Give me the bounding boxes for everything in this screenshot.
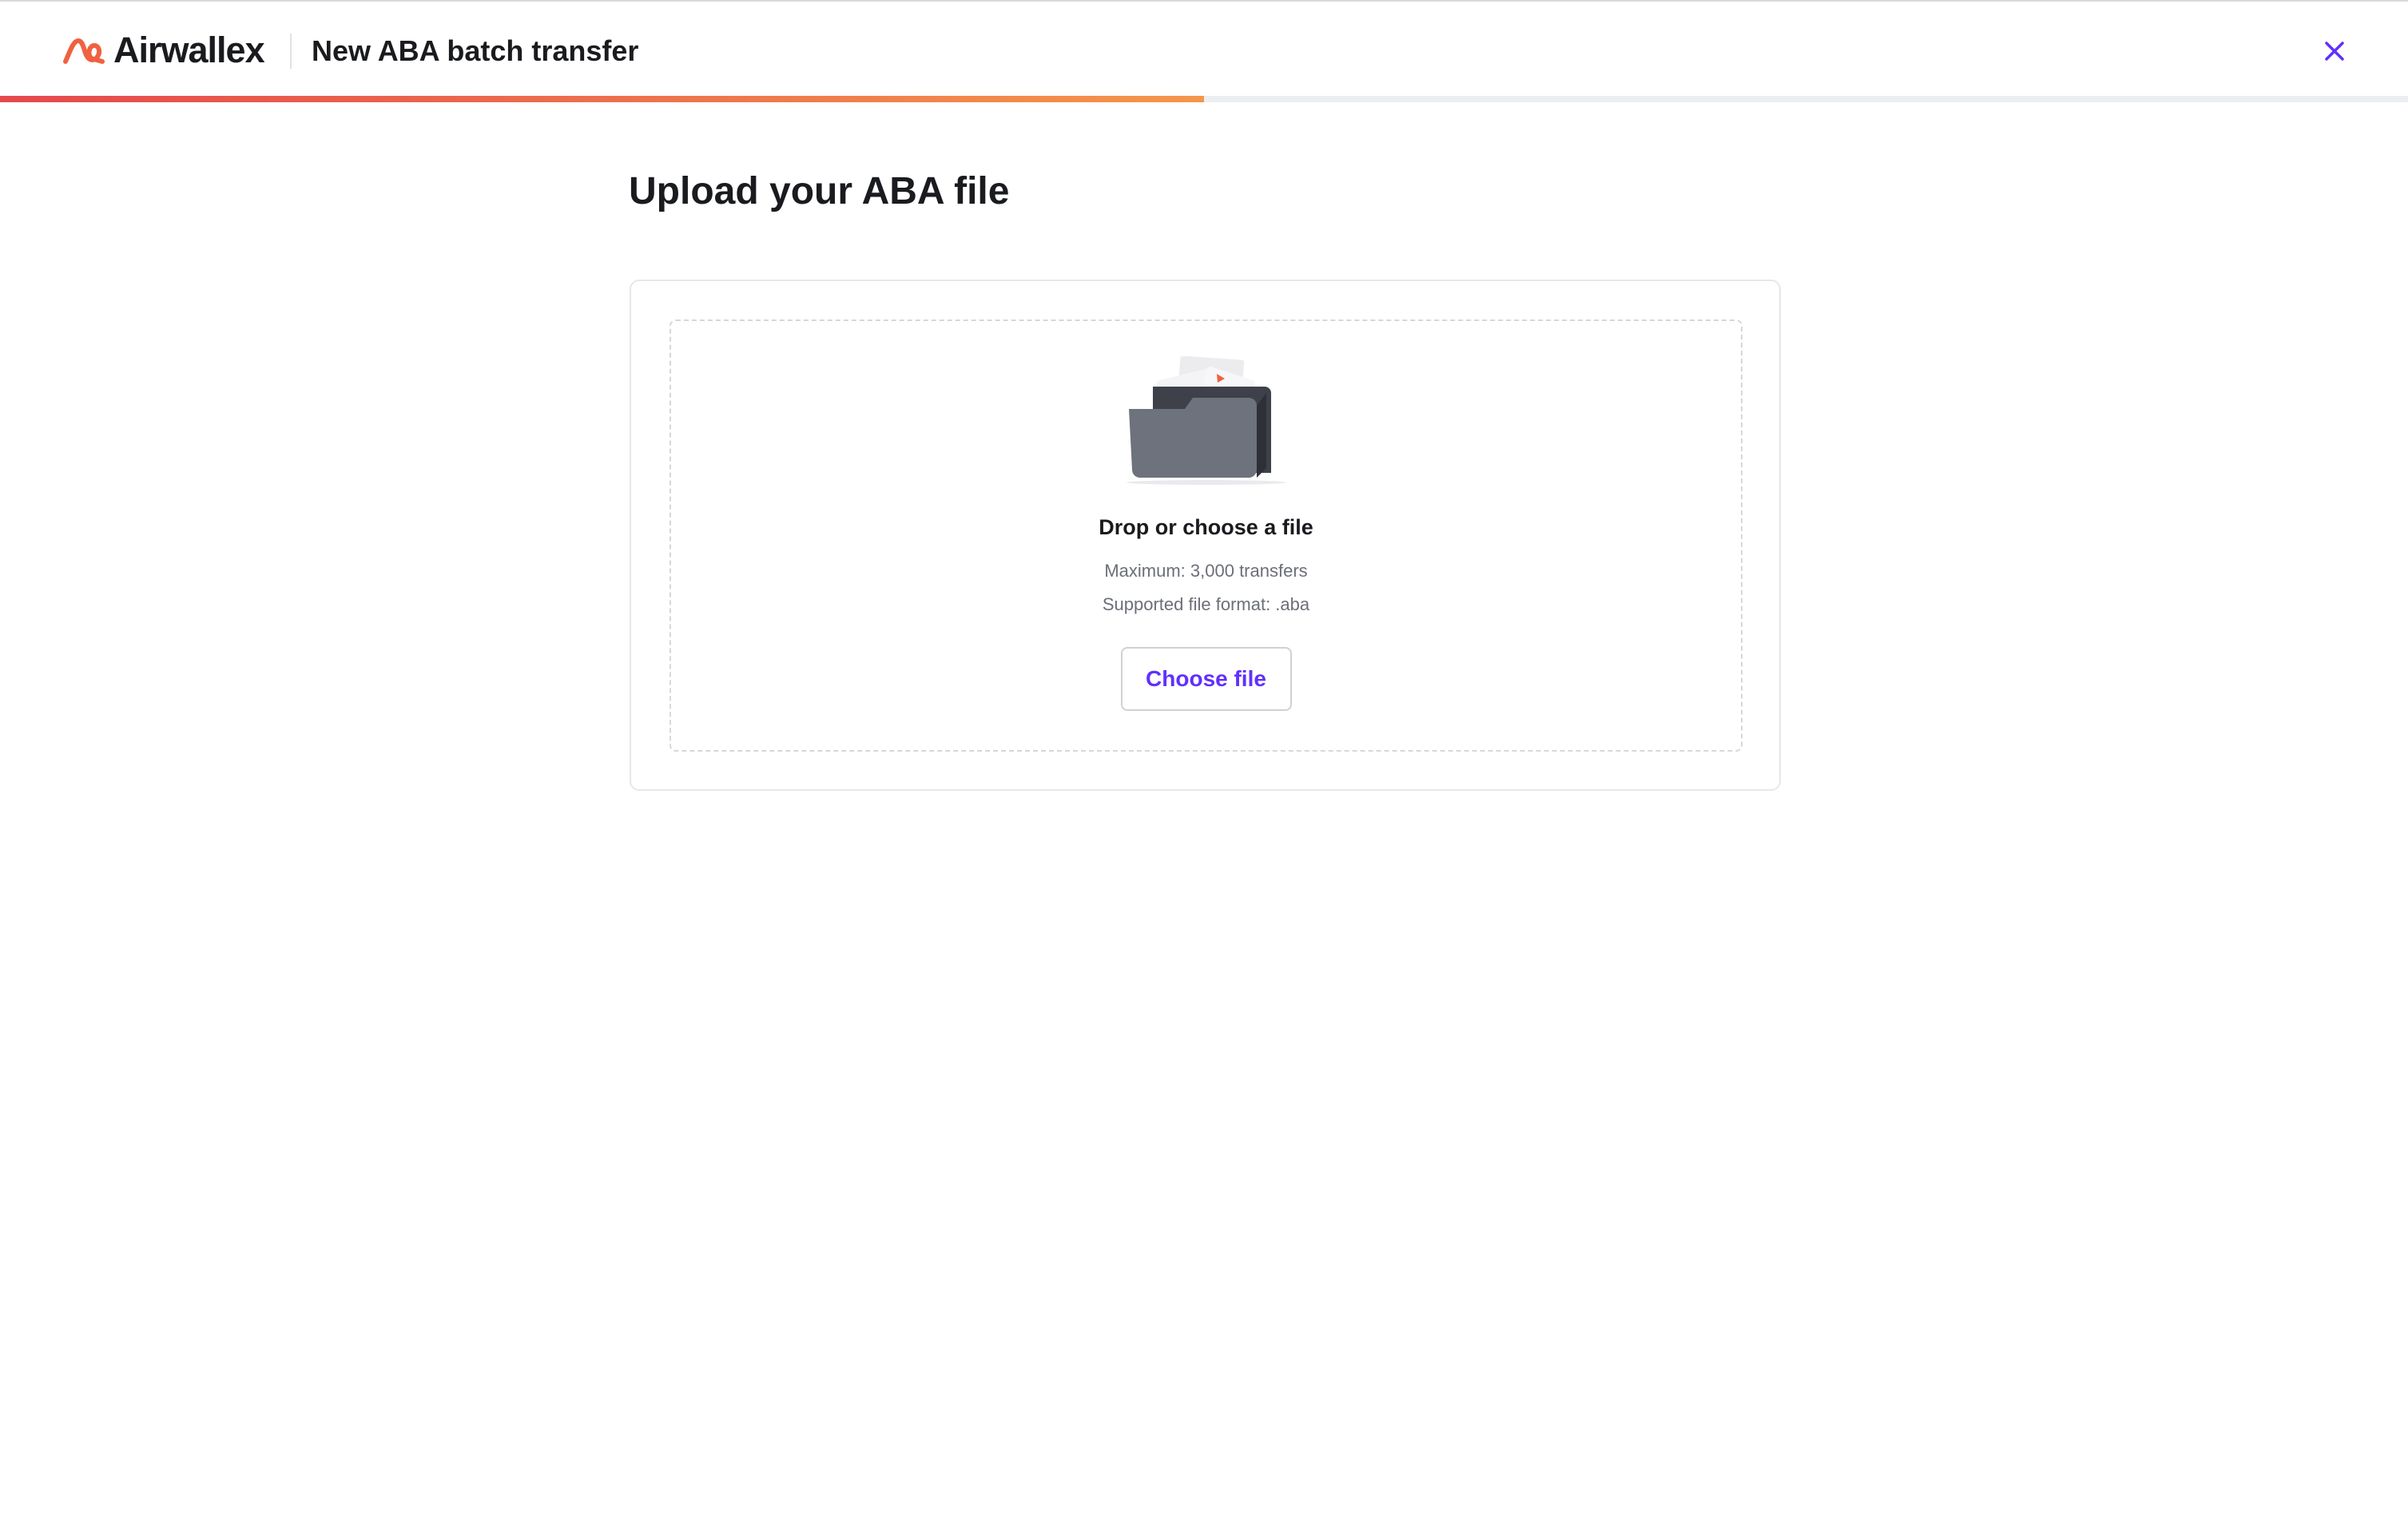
header-title: New ABA batch transfer <box>312 34 639 67</box>
airwallex-logo[interactable]: Airwallex <box>62 30 265 70</box>
brand-name: Airwallex <box>113 30 265 70</box>
progress-fill <box>0 96 1204 102</box>
header-divider <box>290 34 292 69</box>
file-dropzone[interactable]: Drop or choose a file Maximum: 3,000 tra… <box>670 320 1742 752</box>
progress-track <box>0 96 2408 102</box>
top-header: Airwallex New ABA batch transfer <box>0 2 2408 96</box>
folder-icon <box>1126 356 1286 485</box>
close-button[interactable] <box>2317 34 2352 69</box>
supported-format-text: Supported file format: .aba <box>1102 594 1310 614</box>
upload-card: Drop or choose a file Maximum: 3,000 tra… <box>630 280 1781 791</box>
close-icon <box>2325 42 2344 61</box>
choose-file-button[interactable]: Choose file <box>1120 647 1292 711</box>
airwallex-logo-icon <box>63 38 105 64</box>
max-transfers-text: Maximum: 3,000 transfers <box>1104 561 1308 581</box>
dropzone-title: Drop or choose a file <box>1099 515 1313 539</box>
page-title: Upload your ABA file <box>629 170 1010 212</box>
